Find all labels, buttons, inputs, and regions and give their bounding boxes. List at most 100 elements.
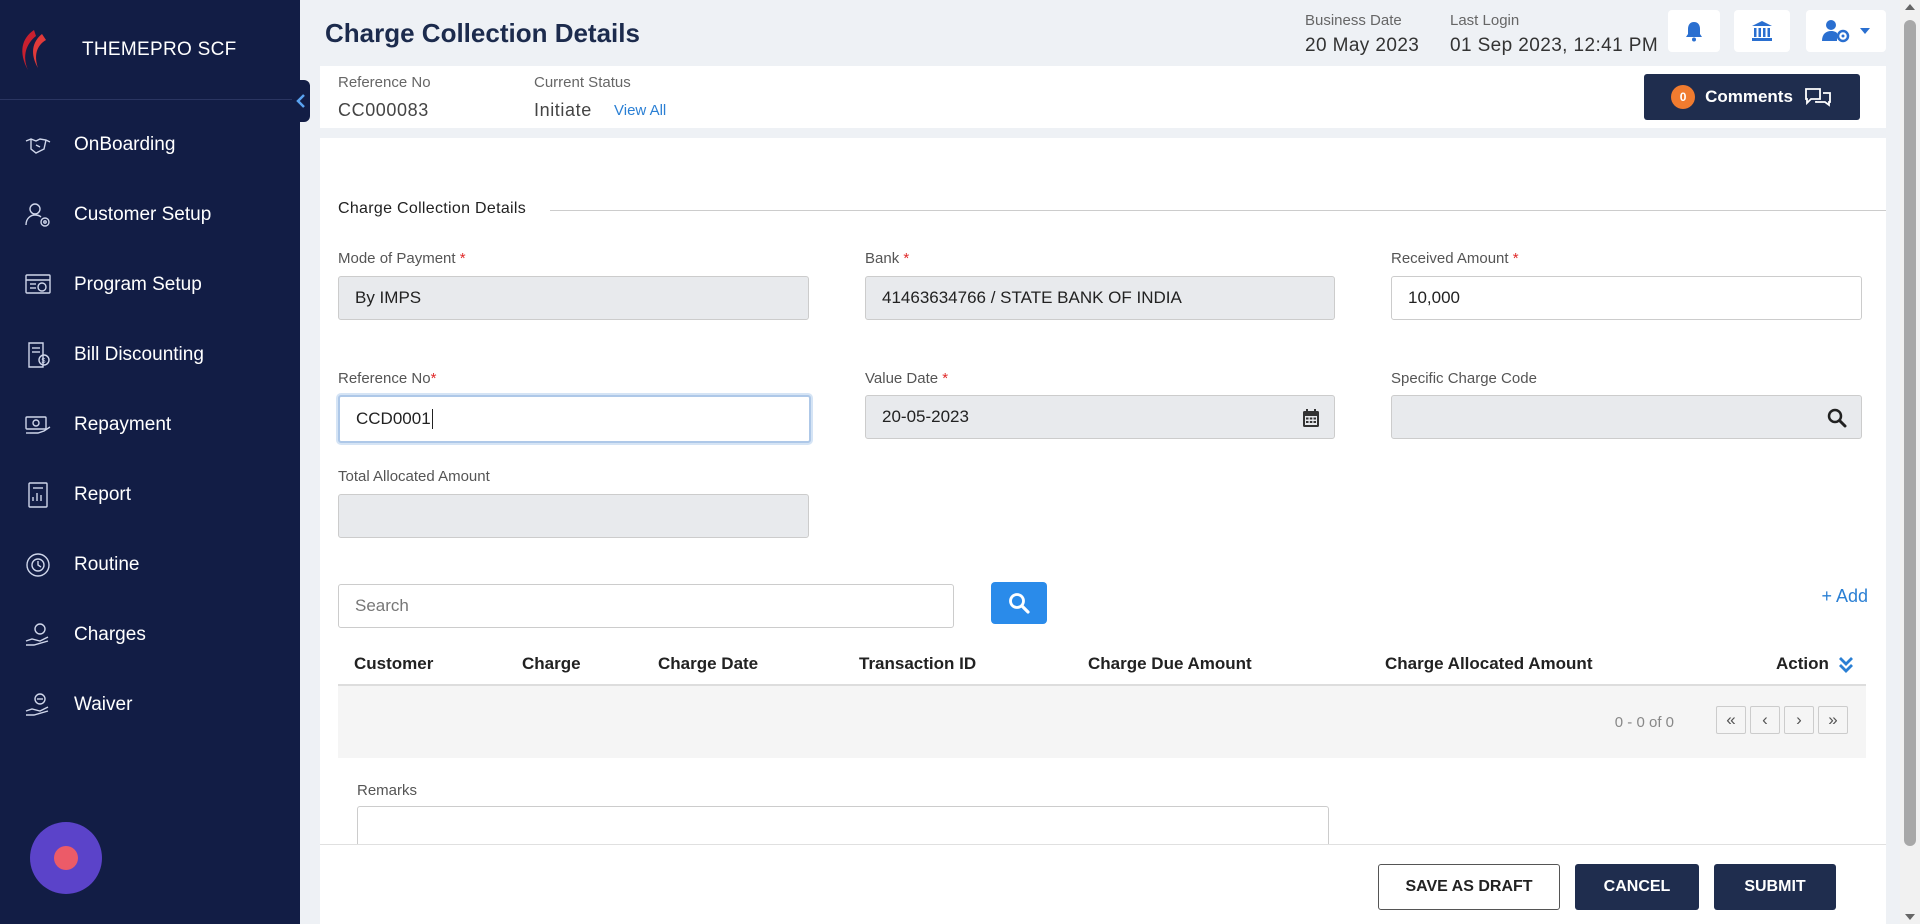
routine-icon [26, 553, 50, 577]
comments-button-label: Comments [1705, 87, 1793, 106]
column-header-customer[interactable]: Customer [354, 654, 433, 674]
charges-table-body: 0 - 0 of 0 « ‹ › » [338, 686, 1866, 758]
user-gear-icon [25, 203, 50, 227]
caret-down-icon [1860, 28, 1870, 34]
table-search-input[interactable]: Search [338, 584, 954, 628]
user-gear-icon [1822, 20, 1850, 43]
section-divider [550, 210, 1886, 211]
reference-no-input[interactable]: CCD0001 [338, 395, 811, 443]
specific-charge-code-field[interactable] [1391, 395, 1862, 439]
scroll-down-arrow-icon[interactable] [1905, 914, 1915, 920]
sidebar-item-label: Routine [74, 554, 140, 575]
reference-no-label: Reference No* [338, 370, 437, 387]
add-row-link[interactable]: + Add [1821, 586, 1868, 607]
remarks-textarea[interactable] [357, 806, 1329, 844]
last-login-value: 01 Sep 2023, 12:41 PM [1450, 35, 1659, 56]
save-as-draft-button[interactable]: SAVE AS DRAFT [1378, 864, 1560, 910]
pager-next-button[interactable]: › [1784, 706, 1814, 734]
brand-logo-icon [22, 29, 46, 70]
mode-of-payment-field[interactable]: By IMPS [338, 276, 809, 320]
current-status-label: Current Status [534, 74, 631, 91]
text-cursor [431, 409, 433, 429]
remarks-label: Remarks [357, 782, 418, 799]
sidebar-item-waiver[interactable]: Waiver [0, 670, 300, 740]
search-icon[interactable] [1827, 408, 1847, 433]
last-login-block: Last Login 01 Sep 2023, 12:41 PM [1450, 12, 1658, 57]
sidebar-item-repayment[interactable]: Repayment [0, 390, 300, 460]
total-allocated-amount-field[interactable] [338, 494, 809, 538]
specific-charge-code-label: Specific Charge Code [1391, 370, 1537, 387]
business-date-label: Business Date [1305, 12, 1402, 29]
sidebar-item-onboarding[interactable]: OnBoarding [0, 110, 300, 180]
report-icon [28, 482, 48, 508]
view-all-link[interactable]: View All [614, 102, 666, 119]
column-header-charge-due-amount[interactable]: Charge Due Amount [1088, 654, 1252, 674]
chevron-left-icon [296, 94, 305, 108]
sidebar-item-label: Customer Setup [74, 204, 212, 225]
table-search-button[interactable] [991, 582, 1047, 624]
sidebar-item-label: Bill Discounting [74, 344, 204, 365]
pager-last-button[interactable]: » [1818, 706, 1848, 734]
header: Charge Collection Details Business Date … [300, 0, 1900, 66]
submit-button[interactable]: SUBMIT [1714, 864, 1836, 910]
sidebar-item-label: Waiver [74, 694, 133, 715]
sidebar-item-label: OnBoarding [74, 134, 176, 155]
received-amount-input[interactable]: 10,000 [1391, 276, 1862, 320]
repayment-icon [25, 416, 51, 434]
sidebar-item-label: Repayment [74, 414, 172, 435]
value-date-label: Value Date * [865, 370, 949, 387]
sidebar-collapse-button[interactable] [292, 80, 310, 122]
pager-first-button[interactable]: « [1716, 706, 1746, 734]
chat-bubbles-icon [1805, 88, 1831, 107]
section-title: Charge Collection Details [338, 200, 527, 217]
last-login-label: Last Login [1450, 12, 1520, 29]
scrollbar-thumb[interactable] [1904, 20, 1916, 846]
bank-field[interactable]: 41463634766 / STATE BANK OF INDIA [865, 276, 1335, 320]
record-dot-icon [54, 846, 78, 870]
sidebar-item-report[interactable]: Report [0, 460, 300, 530]
brand[interactable]: THEMEPRO SCF [0, 0, 300, 100]
cancel-button[interactable]: CANCEL [1575, 864, 1699, 910]
charges-table-header: Customer Charge Charge Date Transaction … [338, 642, 1866, 686]
sidebar-item-customer-setup[interactable]: Customer Setup [0, 180, 300, 250]
comments-button[interactable]: 0 Comments [1644, 74, 1860, 120]
business-date-value: 20 May 2023 [1305, 35, 1420, 56]
bank-icon [1752, 21, 1772, 41]
bank-label: Bank * [865, 250, 910, 267]
column-header-transaction-id[interactable]: Transaction ID [859, 654, 976, 674]
mode-of-payment-label: Mode of Payment * [338, 250, 466, 267]
page-scrollbar[interactable] [1900, 0, 1920, 924]
scroll-up-arrow-icon[interactable] [1905, 4, 1915, 10]
reference-no-label: Reference No [338, 74, 431, 91]
sidebar: THEMEPRO SCF OnBoarding Customer Setup P… [0, 0, 300, 924]
form-footer: SAVE AS DRAFT CANCEL SUBMIT [320, 844, 1886, 924]
sidebar-item-label: Program Setup [74, 274, 202, 295]
charge-collection-form: Charge Collection Details Mode of Paymen… [320, 138, 1886, 844]
sidebar-item-label: Report [74, 484, 132, 505]
bell-icon [1686, 22, 1702, 42]
column-header-charge[interactable]: Charge [522, 654, 581, 674]
sidebar-item-bill-discounting[interactable]: $ Bill Discounting [0, 320, 300, 390]
pager-prev-button[interactable]: ‹ [1750, 706, 1780, 734]
business-date-block: Business Date 20 May 2023 [1305, 12, 1419, 57]
sidebar-item-charges[interactable]: Charges [0, 600, 300, 670]
calendar-icon[interactable] [1302, 408, 1320, 433]
sidebar-item-routine[interactable]: Routine [0, 530, 300, 600]
column-header-charge-allocated-amount[interactable]: Charge Allocated Amount [1385, 654, 1592, 674]
column-header-charge-date[interactable]: Charge Date [658, 654, 758, 674]
notifications-button[interactable] [1668, 10, 1720, 52]
bank-button[interactable] [1734, 10, 1790, 52]
double-chevron-down-icon[interactable] [1838, 656, 1854, 674]
pager-range-text: 0 - 0 of 0 [1614, 714, 1674, 731]
current-status-value: Initiate [534, 100, 592, 120]
sidebar-item-program-setup[interactable]: Program Setup [0, 250, 300, 320]
sidebar-nav: OnBoarding Customer Setup Program Setup … [0, 100, 300, 740]
assistant-fab-button[interactable] [30, 822, 102, 894]
reference-bar: Reference No CC000083 Current Status Ini… [320, 66, 1886, 128]
user-settings-menu[interactable] [1806, 10, 1886, 52]
waiver-icon [25, 693, 49, 716]
charges-icon [25, 623, 49, 646]
column-header-action[interactable]: Action [1776, 654, 1829, 674]
page-title: Charge Collection Details [325, 18, 640, 48]
value-date-field[interactable]: 20-05-2023 [865, 395, 1335, 439]
